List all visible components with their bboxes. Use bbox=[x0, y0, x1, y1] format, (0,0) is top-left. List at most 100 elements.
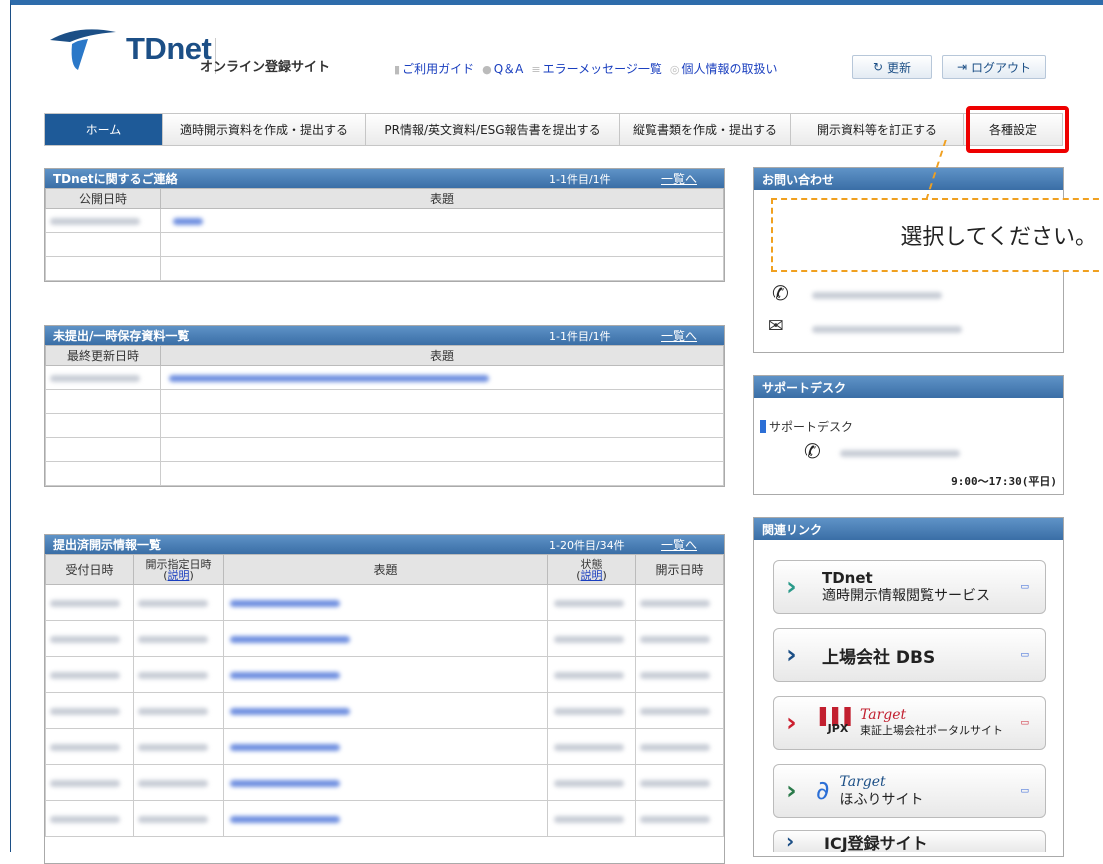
panel-header: TDnetに関するご連絡 1-1件目/1件 一覧へ bbox=[45, 169, 724, 188]
instruction-callout: 選択してください。 bbox=[771, 198, 1103, 272]
table-row bbox=[45, 389, 724, 414]
external-link-icon: ▭ bbox=[1020, 718, 1029, 728]
record-count: 1-1件目/1件 bbox=[549, 329, 611, 343]
table-row bbox=[45, 620, 724, 657]
explain-link[interactable]: 説明 bbox=[581, 569, 603, 582]
table-row bbox=[45, 365, 724, 390]
column-header: 表題 bbox=[160, 188, 724, 209]
redacted-title-link[interactable] bbox=[230, 707, 350, 715]
column-header: 開示指定日時 (説明) bbox=[133, 554, 224, 585]
redacted-date bbox=[50, 374, 140, 382]
chevron-right-icon: › bbox=[786, 640, 797, 670]
nav-home[interactable]: ホーム bbox=[45, 114, 163, 145]
chevron-right-icon: › bbox=[786, 830, 795, 852]
guide-icon: ▮ bbox=[394, 63, 401, 76]
chevron-right-icon: › bbox=[786, 572, 797, 602]
submitted-table: 受付日時 開示指定日時 (説明) 表題 状態 (説明) 開示日時 bbox=[45, 554, 724, 837]
support-hours: 9:00～17:30(平日) bbox=[951, 475, 1057, 488]
support-label: サポートデスク bbox=[760, 418, 853, 435]
column-header: 状態 (説明) bbox=[547, 554, 636, 585]
record-count: 1-20件目/34件 bbox=[549, 538, 625, 552]
table-row bbox=[45, 437, 724, 462]
column-header: 表題 bbox=[223, 554, 548, 585]
contacts-panel: TDnetに関するご連絡 1-1件目/1件 一覧へ 公開日時 表題 bbox=[44, 168, 725, 282]
qa-link[interactable]: ● Q＆A bbox=[482, 60, 523, 77]
redacted-title-link[interactable] bbox=[173, 217, 203, 225]
logout-icon: ⇥ bbox=[956, 60, 968, 74]
panel-title: お問い合わせ bbox=[754, 168, 1063, 190]
panel-header: 未提出/一時保存資料一覧 1-1件目/1件 一覧へ bbox=[45, 326, 724, 345]
table-row bbox=[45, 584, 724, 621]
tdnet-viewer-link[interactable]: › TDnet 適時開示情報閲覧サービス ▭ bbox=[773, 560, 1046, 614]
redacted-title-link[interactable] bbox=[230, 815, 340, 823]
redacted-email[interactable] bbox=[812, 326, 962, 333]
drafts-table: 最終更新日時 表題 bbox=[45, 345, 724, 486]
nav-inspection-docs[interactable]: 縦覧書類を作成・提出する bbox=[620, 114, 791, 145]
qa-icon: ● bbox=[482, 63, 492, 76]
table-row bbox=[45, 461, 724, 486]
dbs-link[interactable]: › 上場会社 DBS ▭ bbox=[773, 628, 1046, 682]
redacted-title-link[interactable] bbox=[230, 743, 340, 751]
chevron-right-icon: › bbox=[786, 708, 797, 738]
redacted-phone bbox=[840, 450, 960, 457]
table-row bbox=[45, 764, 724, 801]
list-icon: ≡ bbox=[531, 63, 541, 76]
phone-icon: ✆ bbox=[804, 439, 821, 463]
column-header: 最終更新日時 bbox=[45, 345, 161, 366]
redacted-title-link[interactable] bbox=[230, 635, 350, 643]
icj-link[interactable]: › ICJ登録サイト bbox=[773, 830, 1046, 852]
table-row bbox=[45, 728, 724, 765]
highlight-box bbox=[966, 106, 1069, 153]
refresh-icon: ↻ bbox=[872, 60, 884, 74]
column-header: 公開日時 bbox=[45, 188, 161, 209]
refresh-button[interactable]: ↻ 更新 bbox=[852, 55, 932, 79]
hofuri-link[interactable]: › ∂ Target ほふりサイト ▭ bbox=[773, 764, 1046, 818]
guide-link[interactable]: ▮ ご利用ガイド bbox=[394, 60, 474, 77]
site-name: オンライン登録サイト bbox=[200, 60, 331, 75]
support-panel: サポートデスク サポートデスク ✆ 9:00～17:30(平日) bbox=[753, 375, 1064, 495]
redacted-title-link[interactable] bbox=[169, 374, 489, 382]
table-row bbox=[45, 692, 724, 729]
redacted-title-link[interactable] bbox=[230, 671, 340, 679]
view-all-link[interactable]: 一覧へ bbox=[661, 327, 697, 344]
column-header: 表題 bbox=[160, 345, 724, 366]
nav-pr-info[interactable]: PR情報/英文資料/ESG報告書を提出する bbox=[366, 114, 620, 145]
error-list-link[interactable]: ≡ エラーメッセージ一覧 bbox=[531, 60, 662, 77]
jpx-target-link[interactable]: › ▌▌▌ JPX Target 東証上場会社ポータルサイト ▭ bbox=[773, 696, 1046, 750]
contacts-table: 公開日時 表題 bbox=[45, 188, 724, 281]
view-all-link[interactable]: 一覧へ bbox=[661, 536, 697, 553]
table-row bbox=[45, 232, 724, 257]
header-links: ▮ ご利用ガイド ● Q＆A ≡ エラーメッセージ一覧 ◎ 個人情報の取扱い bbox=[394, 60, 777, 77]
panel-header: 提出済開示情報一覧 1-20件目/34件 一覧へ bbox=[45, 535, 724, 554]
view-all-link[interactable]: 一覧へ bbox=[661, 170, 697, 187]
nav-correct-docs[interactable]: 開示資料等を訂正する bbox=[791, 114, 964, 145]
external-link-icon: ▭ bbox=[1020, 650, 1029, 660]
table-row bbox=[45, 208, 724, 233]
panel-title: 関連リンク bbox=[754, 518, 1063, 540]
panel-title: 未提出/一時保存資料一覧 bbox=[53, 329, 190, 343]
column-header: 開示日時 bbox=[635, 554, 724, 585]
hofuri-logo-icon: ∂ bbox=[816, 776, 830, 806]
nav-timely-disclosure[interactable]: 適時開示資料を作成・提出する bbox=[163, 114, 366, 145]
privacy-link[interactable]: ◎ 個人情報の取扱い bbox=[670, 60, 778, 77]
panel-title: サポートデスク bbox=[754, 376, 1063, 398]
panel-title: 提出済開示情報一覧 bbox=[53, 538, 162, 552]
chevron-right-icon: › bbox=[786, 776, 797, 806]
info-icon: ◎ bbox=[669, 63, 680, 76]
tdnet-logo[interactable]: TDnet bbox=[48, 26, 212, 72]
table-row bbox=[45, 656, 724, 693]
phone-icon: ✆ bbox=[772, 281, 789, 305]
external-link-icon: ▭ bbox=[1020, 786, 1029, 796]
redacted-title-link[interactable] bbox=[230, 779, 340, 787]
logout-button[interactable]: ⇥ ログアウト bbox=[942, 55, 1046, 79]
redacted-title-link[interactable] bbox=[230, 599, 340, 607]
explain-link[interactable]: 説明 bbox=[168, 569, 190, 582]
main-nav: ホーム 適時開示資料を作成・提出する PR情報/英文資料/ESG報告書を提出する… bbox=[44, 113, 1063, 146]
tdnet-logo-mark-icon bbox=[48, 26, 120, 72]
redacted-phone bbox=[812, 292, 942, 299]
drafts-panel: 未提出/一時保存資料一覧 1-1件目/1件 一覧へ 最終更新日時 表題 bbox=[44, 325, 725, 487]
logo-text: TDnet bbox=[126, 31, 212, 66]
submitted-panel: 提出済開示情報一覧 1-20件目/34件 一覧へ 受付日時 開示指定日時 (説明)… bbox=[44, 534, 725, 864]
column-header: 受付日時 bbox=[45, 554, 134, 585]
panel-title: TDnetに関するご連絡 bbox=[53, 172, 178, 186]
